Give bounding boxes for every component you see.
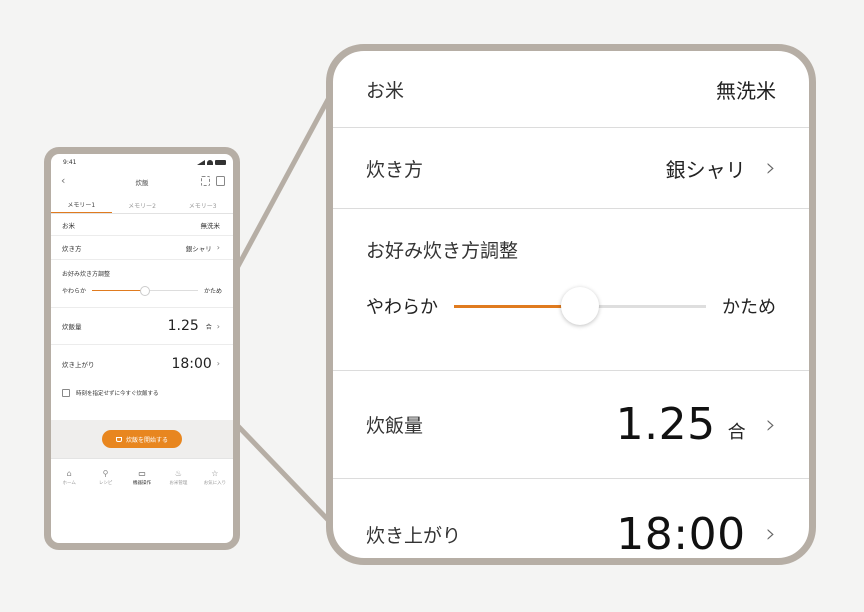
rice-value: 無洗米 [200,221,221,230]
zoom-rice-label: お米 [366,79,405,102]
zoom-texture-adjust-section: お好み炊き方調整 やわらか かため [333,209,809,371]
back-chevron-icon[interactable]: ‹ [61,174,65,187]
finish-value: 18:00 [171,355,212,372]
method-label: 炊き方 [62,244,82,253]
nav-favorites[interactable]: ☆ お気に入り [197,459,233,496]
page-title: 炊飯 [135,179,149,187]
app-header: ‹ 炊飯 [51,171,233,193]
star-icon: ☆ [211,468,219,478]
wifi-icon [207,160,213,165]
nav-home[interactable]: ⌂ ホーム [51,459,87,496]
memory-tabs: メモリー1 メモリー2 メモリー3 [51,197,233,214]
zoom-rice-row: お米 無洗米 [333,51,809,128]
chevron-right-icon: › [216,359,220,368]
battery-icon [215,160,226,165]
zoom-method-label: 炊き方 [366,158,424,181]
finish-row[interactable]: 炊き上がり 18:00 › [51,345,233,382]
amount-row[interactable]: 炊飯量 1.25 合 › [51,308,233,345]
start-cooking-label: 炊飯を開始する [125,436,168,444]
nav-home-label: ホーム [62,480,76,486]
action-area: 炊飯を開始する [51,420,233,458]
device-icon: ▭ [138,468,146,478]
amount-unit: 合 [205,323,212,331]
rice-icon: ♨ [174,468,182,478]
bottom-nav: ⌂ ホーム ⚲ レシピ ▭ 機器操作 ♨ お米管理 ☆ お気に入り [51,458,233,496]
zoom-finish-label: 炊き上がり [366,524,462,547]
zoom-method-value: 銀シャリ [665,157,746,182]
method-value: 銀シャリ [185,244,212,253]
zoom-slider-max-label: かため [722,297,776,318]
method-row[interactable]: 炊き方 銀シャリ › [51,236,233,260]
texture-slider-row: やわらか かため [62,285,222,296]
slider-max-label: かため [203,288,222,295]
zoom-slider-min-label: やわらか [366,297,438,318]
tab-memory-3[interactable]: メモリー3 [172,197,233,213]
nav-recipe-label: レシピ [98,480,113,486]
chevron-right-icon: › [765,409,776,440]
zoom-amount-value: 1.25 [615,399,716,450]
zoom-amount-row[interactable]: 炊飯量 1.25 合 › [333,371,809,479]
rice-cooker-icon [115,436,122,442]
chevron-right-icon: › [216,243,220,252]
slider-thumb[interactable] [140,285,150,296]
status-bar: 9:41 [51,154,233,171]
rice-label: お米 [62,221,75,230]
zoom-amount-label: 炊飯量 [366,415,424,437]
phone-mockup: 9:41 ‹ 炊飯 メモリー1 メモリー2 メモリー3 お米 無洗米 炊き方 銀… [44,147,240,550]
zoom-texture-slider[interactable] [454,286,706,325]
cook-now-label: 時刻を指定せずに今すぐ炊飯する [76,391,159,397]
search-icon: ⚲ [102,468,109,478]
zoom-amount-unit: 合 [727,422,746,443]
nav-device-label: 機器操作 [133,480,152,486]
cook-now-checkbox[interactable] [62,389,70,397]
zoom-card: お米 無洗米 炊き方 銀シャリ › お好み炊き方調整 やわらか かため 炊飯量 … [326,44,816,565]
nav-rice-label: お米管理 [169,480,188,486]
amount-label: 炊飯量 [62,323,82,331]
zoom-slider-thumb[interactable] [561,286,599,325]
memo-icon[interactable] [216,176,225,186]
zoom-texture-adjust-title: お好み炊き方調整 [366,240,519,262]
nav-device[interactable]: ▭ 機器操作 [124,459,160,496]
amount-value: 1.25 [167,318,199,334]
chevron-right-icon: › [216,321,220,331]
scan-icon[interactable] [201,176,210,186]
signal-icon [197,160,205,165]
zoom-texture-slider-row: やわらか かため [366,286,776,325]
status-icons [197,160,226,165]
nav-favorites-label: お気に入り [203,480,227,486]
status-time: 9:41 [63,159,77,166]
slider-fill [92,289,145,292]
start-cooking-button[interactable]: 炊飯を開始する [101,430,182,448]
zoom-finish-row[interactable]: 炊き上がり 18:00 › [333,479,809,560]
tab-memory-1[interactable]: メモリー1 [51,197,112,213]
home-icon: ⌂ [66,468,72,478]
zoom-method-row[interactable]: 炊き方 銀シャリ › [333,128,809,209]
tab-memory-2[interactable]: メモリー2 [112,197,173,213]
slider-min-label: やわらか [62,288,87,295]
texture-adjust-title: お好み炊き方調整 [62,271,111,278]
nav-recipe[interactable]: ⚲ レシピ [87,459,123,496]
finish-label: 炊き上がり [62,360,95,369]
texture-adjust-section: お好み炊き方調整 やわらか かため [51,260,233,308]
zoom-rice-value: 無洗米 [716,78,776,103]
chevron-right-icon: › [765,153,776,183]
zoom-finish-value: 18:00 [616,508,746,560]
chevron-right-icon: › [765,519,776,549]
cook-now-checkbox-row[interactable]: 時刻を指定せずに今すぐ炊飯する [51,382,233,404]
rice-row: お米 無洗米 [51,214,233,236]
nav-rice[interactable]: ♨ お米管理 [160,459,196,496]
texture-slider[interactable] [92,285,198,296]
